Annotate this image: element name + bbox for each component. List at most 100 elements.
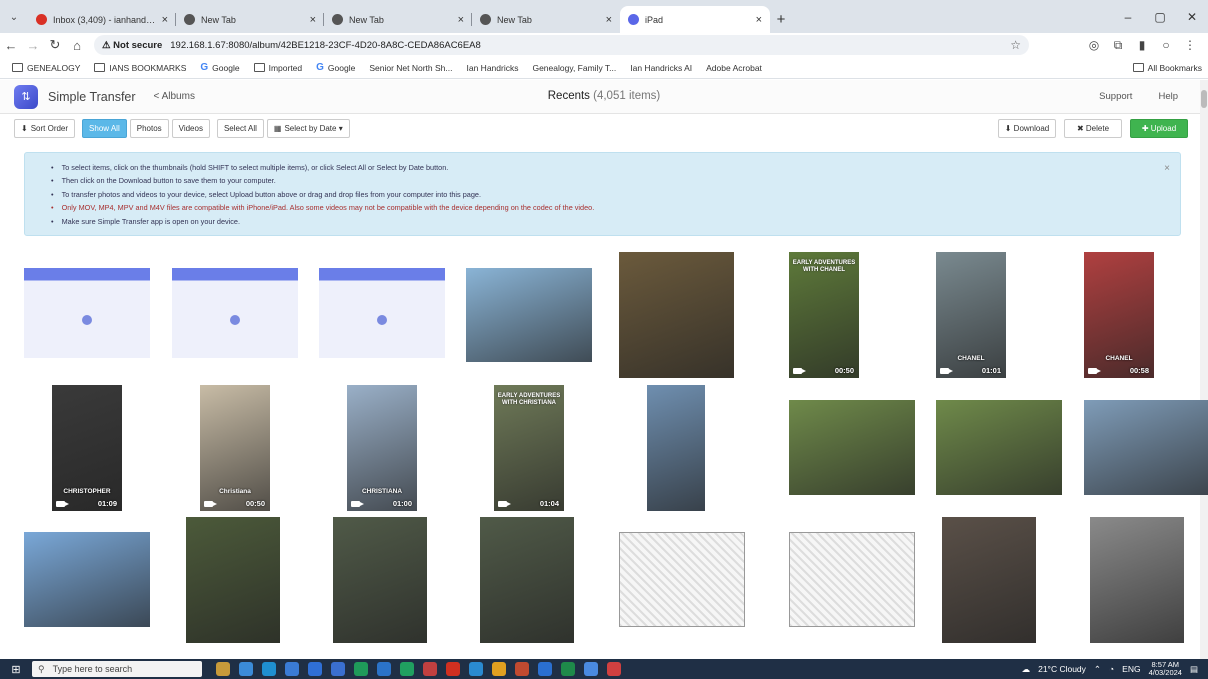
page-scrollbar[interactable] <box>1200 80 1208 660</box>
photo-thumbnail[interactable] <box>1084 400 1208 495</box>
bookmark-item[interactable]: G Google <box>200 62 239 73</box>
taskbar-app-icon[interactable] <box>216 662 230 676</box>
taskbar-app-icon[interactable] <box>607 662 621 676</box>
select-by-date-button[interactable]: ▦ Select by Date ▾ <box>266 118 350 138</box>
taskbar-app-icon[interactable] <box>354 662 368 676</box>
delete-button[interactable]: ✖ Delete <box>1064 118 1122 138</box>
bookmark-item[interactable]: Ian Handricks AI <box>630 63 692 73</box>
upload-button[interactable]: ✚ Upload <box>1130 118 1188 138</box>
photo-thumbnail[interactable] <box>936 400 1062 495</box>
video-thumbnail[interactable]: Christiana 00:50 <box>200 385 270 511</box>
taskbar-app-icon[interactable] <box>308 662 322 676</box>
video-thumbnail[interactable]: CHRISTOPHER 01:09 <box>52 385 122 511</box>
all-bookmarks-button[interactable]: All Bookmarks <box>1132 63 1202 73</box>
albums-back-link[interactable]: < Albums <box>154 91 195 102</box>
forward-arrow-icon[interactable]: → <box>22 38 44 53</box>
taskbar-app-icon[interactable] <box>377 662 391 676</box>
maximize-button[interactable]: ▢ <box>1144 10 1176 24</box>
support-link[interactable]: Support <box>1099 91 1132 102</box>
bookmark-item[interactable]: Imported <box>253 63 302 73</box>
taskbar-app-icon[interactable] <box>561 662 575 676</box>
extension-icon[interactable]: ◎ <box>1082 38 1106 52</box>
photo-thumbnail[interactable] <box>466 268 592 362</box>
photo-thumbnail[interactable] <box>480 517 574 643</box>
video-thumbnail[interactable]: CHANEL 00:58 <box>1084 252 1154 378</box>
bookmark-star-icon[interactable]: ☆ <box>1010 38 1021 52</box>
url-omnibox[interactable]: ⚠ Not secure 192.168.1.67:8080/album/42B… <box>94 35 1029 55</box>
bookmark-item[interactable]: Senior Net North Sh... <box>369 63 452 73</box>
weather-cloud-icon[interactable]: ☁ <box>1022 664 1031 675</box>
video-thumbnail[interactable]: EARLY ADVENTURES WITH CHRISTIANA 01:04 <box>494 385 564 511</box>
tray-chevron-icon[interactable]: ⌃ <box>1094 664 1101 675</box>
close-info-icon[interactable]: × <box>1164 163 1170 174</box>
photo-thumbnail[interactable] <box>24 268 150 358</box>
photo-thumbnail[interactable] <box>1090 517 1184 643</box>
taskbar-app-icon[interactable] <box>515 662 529 676</box>
reload-icon[interactable]: ↻ <box>44 37 66 53</box>
taskbar-app-icon[interactable] <box>423 662 437 676</box>
photo-thumbnail[interactable] <box>24 532 150 627</box>
video-thumbnail[interactable]: CHRISTIANA 01:00 <box>347 385 417 511</box>
taskbar-search-box[interactable]: ⚲ Type here to search <box>32 661 202 677</box>
taskbar-app-icon[interactable] <box>262 662 276 676</box>
minimize-button[interactable]: – <box>1112 10 1144 24</box>
photo-thumbnail[interactable] <box>172 268 298 358</box>
close-window-button[interactable]: ✕ <box>1176 10 1208 24</box>
sort-order-button[interactable]: ⬇ Sort Order <box>14 118 76 138</box>
browser-tab[interactable]: Inbox (3,409) - ianhandricks@g × <box>28 6 176 33</box>
photo-thumbnail[interactable] <box>789 532 915 627</box>
bookmark-item[interactable]: IANS BOOKMARKS <box>94 63 186 73</box>
scrollbar-thumb[interactable] <box>1201 90 1207 108</box>
lang-indicator[interactable]: ENG <box>1122 664 1140 674</box>
taskbar-app-icon[interactable] <box>469 662 483 676</box>
windows-start-icon[interactable]: ⊞ <box>0 663 32 676</box>
photo-thumbnail[interactable] <box>186 517 280 643</box>
home-icon[interactable]: ⌂ <box>66 38 88 53</box>
download-button[interactable]: ⬇ Download <box>998 118 1056 138</box>
bookmark-item[interactable]: Ian Handricks <box>467 63 519 73</box>
taskbar-clock[interactable]: 8:57 AM 4/03/2024 <box>1149 661 1182 677</box>
close-tab-icon[interactable]: × <box>162 14 168 26</box>
browser-tab[interactable]: New Tab × <box>472 6 620 33</box>
taskbar-app-icon[interactable] <box>285 662 299 676</box>
bookmark-item[interactable]: GENEALOGY <box>12 63 80 73</box>
photo-thumbnail[interactable] <box>619 532 745 627</box>
photos-filter-button[interactable]: Photos <box>129 118 169 138</box>
close-tab-icon[interactable]: × <box>606 14 612 26</box>
taskbar-app-icon[interactable] <box>492 662 506 676</box>
new-tab-button[interactable]: + <box>770 6 792 33</box>
network-icon[interactable]: ◔ <box>1109 664 1114 674</box>
sidepanel-icon[interactable]: ▮ <box>1130 38 1154 52</box>
close-tab-icon[interactable]: × <box>458 14 464 26</box>
video-thumbnail[interactable]: EARLY ADVENTURES WITH CHANEL 00:50 <box>789 252 859 378</box>
videos-filter-button[interactable]: Videos <box>171 118 210 138</box>
taskbar-app-icon[interactable] <box>584 662 598 676</box>
photo-thumbnail[interactable] <box>333 517 427 643</box>
taskbar-app-icon[interactable] <box>331 662 345 676</box>
photo-thumbnail[interactable] <box>942 517 1036 643</box>
photo-thumbnail[interactable] <box>319 268 445 358</box>
tab-search-chevron-icon[interactable]: ⌄ <box>0 3 28 31</box>
notifications-icon[interactable]: ▤ <box>1190 664 1198 675</box>
close-tab-icon[interactable]: × <box>310 14 316 26</box>
browser-tab[interactable]: New Tab × <box>176 6 324 33</box>
kebab-menu-icon[interactable]: ⋮ <box>1178 38 1202 52</box>
taskbar-app-icon[interactable] <box>446 662 460 676</box>
url-text[interactable]: 192.168.1.67:8080/album/42BE1218-23CF-4D… <box>170 40 481 51</box>
video-thumbnail[interactable]: CHANEL 01:01 <box>936 252 1006 378</box>
profile-avatar-icon[interactable]: ○ <box>1154 38 1178 52</box>
browser-tab[interactable]: iPad × <box>620 6 770 33</box>
photo-thumbnail[interactable] <box>647 385 705 511</box>
weather-text[interactable]: 21°C Cloudy <box>1038 664 1086 674</box>
back-arrow-icon[interactable]: ← <box>0 38 22 53</box>
photo-thumbnail[interactable] <box>619 252 734 378</box>
not-secure-badge[interactable]: ⚠ Not secure <box>102 40 162 51</box>
show-all-button[interactable]: Show All <box>82 118 127 138</box>
taskbar-app-icon[interactable] <box>400 662 414 676</box>
bookmark-item[interactable]: Genealogy, Family T... <box>532 63 616 73</box>
select-all-button[interactable]: Select All <box>216 118 264 138</box>
puzzle-extensions-icon[interactable]: ⧉ <box>1106 38 1130 53</box>
bookmark-item[interactable]: Adobe Acrobat <box>706 63 762 73</box>
taskbar-app-icon[interactable] <box>538 662 552 676</box>
taskbar-app-icon[interactable] <box>239 662 253 676</box>
